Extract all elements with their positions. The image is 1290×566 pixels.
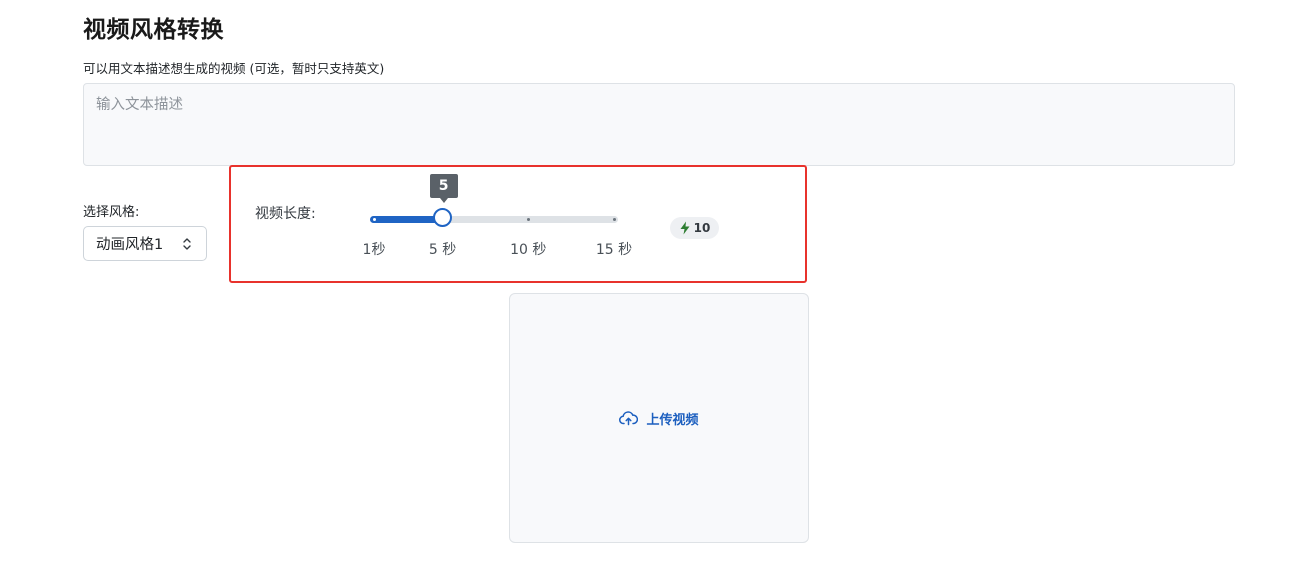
style-label: 选择风格: bbox=[83, 205, 140, 220]
slider-tick-mark bbox=[372, 218, 376, 221]
page-title: 视频风格转换 bbox=[83, 17, 224, 43]
upload-video-label: 上传视频 bbox=[646, 412, 699, 428]
style-select-value: 动画风格1 bbox=[96, 237, 164, 253]
slider-tick-label: 1秒 bbox=[362, 242, 386, 258]
video-length-label: 视频长度: bbox=[255, 206, 316, 222]
credit-cost-badge: 10 bbox=[670, 217, 719, 239]
lightning-icon bbox=[680, 221, 690, 235]
video-length-slider[interactable] bbox=[370, 208, 618, 227]
slider-tick-mark bbox=[612, 218, 616, 221]
slider-tick-label: 10 秒 bbox=[510, 242, 547, 258]
slider-tick-label: 5 秒 bbox=[428, 242, 457, 258]
prompt-textarea[interactable] bbox=[83, 83, 1235, 166]
cloud-upload-icon bbox=[619, 411, 639, 426]
prompt-label: 可以用文本描述想生成的视频 (可选，暂时只支持英文) bbox=[83, 61, 385, 76]
slider-thumb[interactable] bbox=[432, 208, 452, 227]
slider-tick-label: 15 秒 bbox=[595, 242, 633, 258]
credit-cost-value: 10 bbox=[693, 221, 711, 235]
slider-value-tooltip: 5 bbox=[429, 174, 458, 203]
style-select[interactable]: 动画风格1 bbox=[83, 226, 207, 261]
chevron-up-down-icon bbox=[183, 238, 191, 250]
slider-tick-mark bbox=[526, 218, 530, 221]
video-style-transfer-page: 视频风格转换 可以用文本描述想生成的视频 (可选，暂时只支持英文) 选择风格: … bbox=[0, 0, 1290, 566]
upload-video-dropzone[interactable]: 上传视频 bbox=[509, 293, 809, 543]
slider-fill bbox=[370, 216, 443, 223]
